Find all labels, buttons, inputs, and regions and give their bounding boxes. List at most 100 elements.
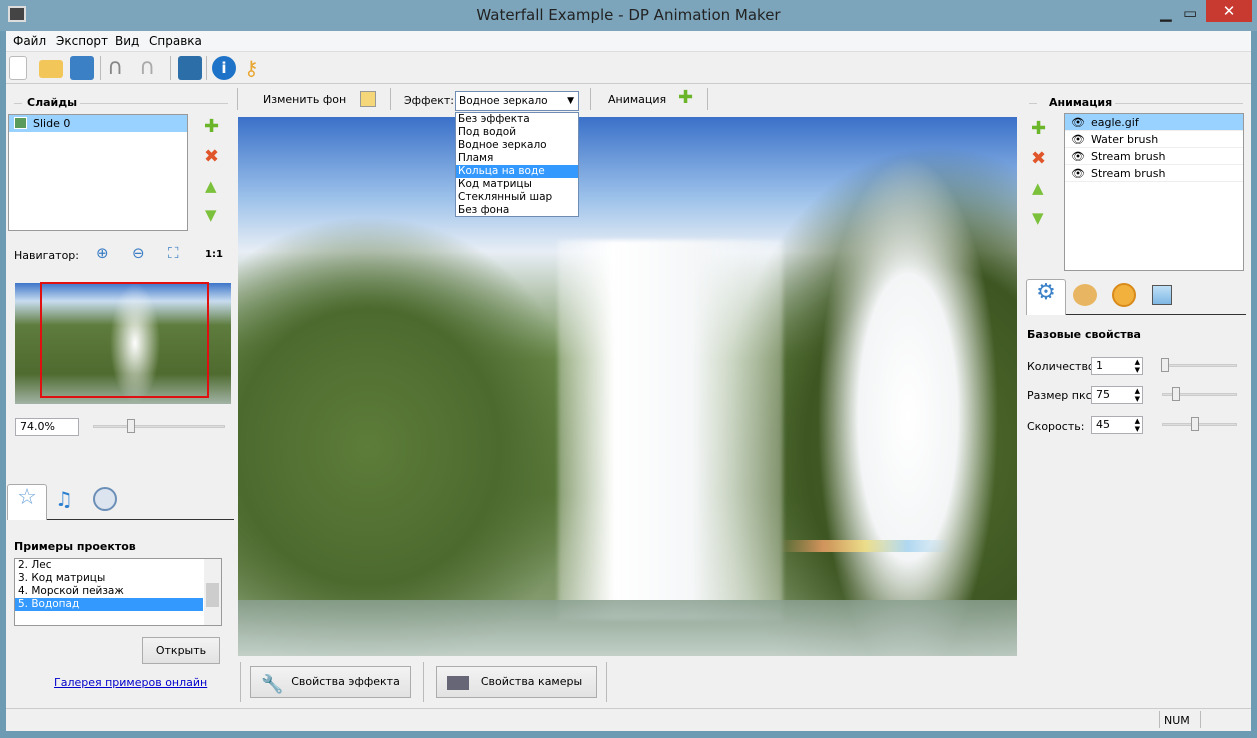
- effect-label: Эффект:: [404, 94, 455, 107]
- animation-item[interactable]: 👁 eagle.gif: [1065, 114, 1243, 131]
- delete-layer-button[interactable]: ✖: [1031, 148, 1046, 169]
- add-layer-button[interactable]: ✚: [1031, 118, 1046, 139]
- camera-properties-label: Свойства камеры: [480, 675, 583, 688]
- animation-list[interactable]: 👁 eagle.gif 👁 Water brush 👁 Stream brush 👁 S…: [1064, 113, 1244, 271]
- undo-icon[interactable]: ∩: [107, 56, 131, 80]
- list-item[interactable]: 2. Лес: [15, 559, 221, 572]
- change-bg-icon[interactable]: [360, 91, 376, 107]
- speed-label: Скорость:: [1027, 420, 1085, 433]
- navigator-label: Навигатор:: [14, 249, 79, 262]
- count-slider[interactable]: [1162, 364, 1237, 367]
- status-bar: [6, 708, 1251, 730]
- count-value: 1: [1096, 359, 1103, 372]
- zoom-slider[interactable]: [93, 425, 225, 428]
- effect-option[interactable]: Водное зеркало: [456, 139, 578, 152]
- effect-select[interactable]: Водное зеркало ▼: [455, 91, 579, 111]
- menu-view[interactable]: Вид: [115, 34, 139, 48]
- open-folder-icon[interactable]: [39, 60, 63, 78]
- delete-slide-button[interactable]: ✖: [204, 146, 219, 167]
- navigator-viewport[interactable]: [40, 282, 209, 398]
- actual-size-button[interactable]: 1:1: [205, 249, 223, 260]
- examples-list[interactable]: 2. Лес 3. Код матрицы 4. Морской пейзаж …: [14, 558, 222, 626]
- tab-basic-properties[interactable]: ⚙: [1026, 279, 1066, 315]
- speed-value: 45: [1096, 418, 1110, 431]
- spinner-arrows-icon[interactable]: ▲ ▼: [1135, 358, 1140, 374]
- gears-icon: ⚙: [1036, 280, 1056, 305]
- minimize-button[interactable]: ▁: [1160, 4, 1172, 22]
- save-icon[interactable]: [70, 56, 94, 80]
- eye-icon[interactable]: 👁: [1065, 116, 1091, 129]
- spinner-arrows-icon[interactable]: ▲ ▼: [1135, 387, 1140, 403]
- scrollbar-thumb[interactable]: [206, 583, 219, 607]
- layer-up-button[interactable]: ▲: [1032, 179, 1044, 197]
- tab-area[interactable]: [1152, 285, 1172, 305]
- animation-item[interactable]: 👁 Water brush: [1065, 131, 1243, 148]
- animation-item-label: Stream brush: [1090, 150, 1166, 163]
- zoom-field[interactable]: 74.0%: [15, 418, 79, 436]
- maximize-button[interactable]: ▭: [1183, 4, 1197, 22]
- slides-list[interactable]: Slide 0: [8, 114, 188, 231]
- size-value: 75: [1096, 388, 1110, 401]
- speed-slider-thumb[interactable]: [1191, 417, 1199, 431]
- move-up-button[interactable]: ▲: [205, 177, 217, 195]
- properties-title: Базовые свойства: [1027, 328, 1141, 341]
- tab-music[interactable]: ♫: [55, 487, 73, 511]
- animation-item[interactable]: 👁 Stream brush: [1065, 165, 1243, 182]
- change-bg-label[interactable]: Изменить фон: [263, 93, 346, 106]
- slide-item[interactable]: Slide 0: [9, 115, 187, 132]
- speed-spinner[interactable]: 45 ▲ ▼: [1091, 416, 1143, 434]
- effect-option[interactable]: Стеклянный шар: [456, 191, 578, 204]
- menu-file[interactable]: Файл: [13, 34, 46, 48]
- effect-dropdown-list[interactable]: Без эффекта Под водой Водное зеркало Пла…: [455, 112, 579, 217]
- effect-option[interactable]: Без фона: [456, 204, 578, 217]
- tab-direction[interactable]: [1112, 283, 1136, 307]
- count-slider-thumb[interactable]: [1161, 358, 1169, 372]
- zoom-in-icon[interactable]: ⊕: [96, 244, 109, 262]
- add-slide-button[interactable]: ✚: [204, 116, 219, 137]
- zoom-slider-thumb[interactable]: [127, 419, 135, 433]
- count-spinner[interactable]: 1 ▲ ▼: [1091, 357, 1143, 375]
- animation-item-label: Stream brush: [1090, 167, 1166, 180]
- effect-properties-button[interactable]: 🔧 Свойства эффекта: [250, 666, 411, 698]
- tab-timing[interactable]: [93, 487, 117, 511]
- eye-icon[interactable]: 👁: [1065, 150, 1091, 163]
- effect-option[interactable]: Без эффекта: [456, 113, 578, 126]
- gallery-link[interactable]: Галерея примеров онлайн: [54, 676, 207, 689]
- zoom-out-icon[interactable]: ⊖: [132, 244, 145, 262]
- list-item[interactable]: 4. Морской пейзаж: [15, 585, 221, 598]
- list-item[interactable]: 3. Код матрицы: [15, 572, 221, 585]
- tab-colors[interactable]: [1073, 284, 1097, 306]
- effect-option[interactable]: Пламя: [456, 152, 578, 165]
- scrollbar[interactable]: [204, 559, 221, 625]
- menu-export[interactable]: Экспорт: [56, 34, 108, 48]
- water-mirror-effect: [238, 600, 1017, 656]
- tab-examples[interactable]: ☆: [7, 484, 47, 520]
- export-video-icon[interactable]: [178, 56, 202, 80]
- size-slider-thumb[interactable]: [1172, 387, 1180, 401]
- count-label: Количество:: [1027, 360, 1099, 373]
- fit-icon[interactable]: ⛶: [168, 244, 179, 262]
- layer-down-button[interactable]: ▼: [1032, 209, 1044, 227]
- new-icon[interactable]: [9, 56, 27, 80]
- speed-slider[interactable]: [1162, 423, 1237, 426]
- effect-option-highlighted[interactable]: Кольца на воде: [456, 165, 578, 178]
- redo-icon[interactable]: ∩: [139, 56, 163, 80]
- slide-label: Slide 0: [33, 117, 71, 130]
- eye-icon[interactable]: 👁: [1065, 133, 1091, 146]
- menu-help[interactable]: Справка: [149, 34, 202, 48]
- spinner-arrows-icon[interactable]: ▲ ▼: [1135, 417, 1140, 433]
- key-icon[interactable]: ⚷: [244, 56, 268, 80]
- effect-option[interactable]: Код матрицы: [456, 178, 578, 191]
- add-animation-button[interactable]: ✚: [678, 87, 693, 108]
- effect-option[interactable]: Под водой: [456, 126, 578, 139]
- rainbow-image: [780, 540, 950, 552]
- move-down-button[interactable]: ▼: [205, 206, 217, 224]
- close-button[interactable]: ✕: [1206, 0, 1252, 22]
- camera-properties-button[interactable]: Свойства камеры: [436, 666, 597, 698]
- open-button[interactable]: Открыть: [142, 637, 220, 664]
- eye-icon[interactable]: 👁: [1065, 167, 1091, 180]
- size-spinner[interactable]: 75 ▲ ▼: [1091, 386, 1143, 404]
- list-item-selected[interactable]: 5. Водопад: [15, 598, 203, 611]
- animation-item[interactable]: 👁 Stream brush: [1065, 148, 1243, 165]
- info-icon[interactable]: i: [212, 56, 236, 80]
